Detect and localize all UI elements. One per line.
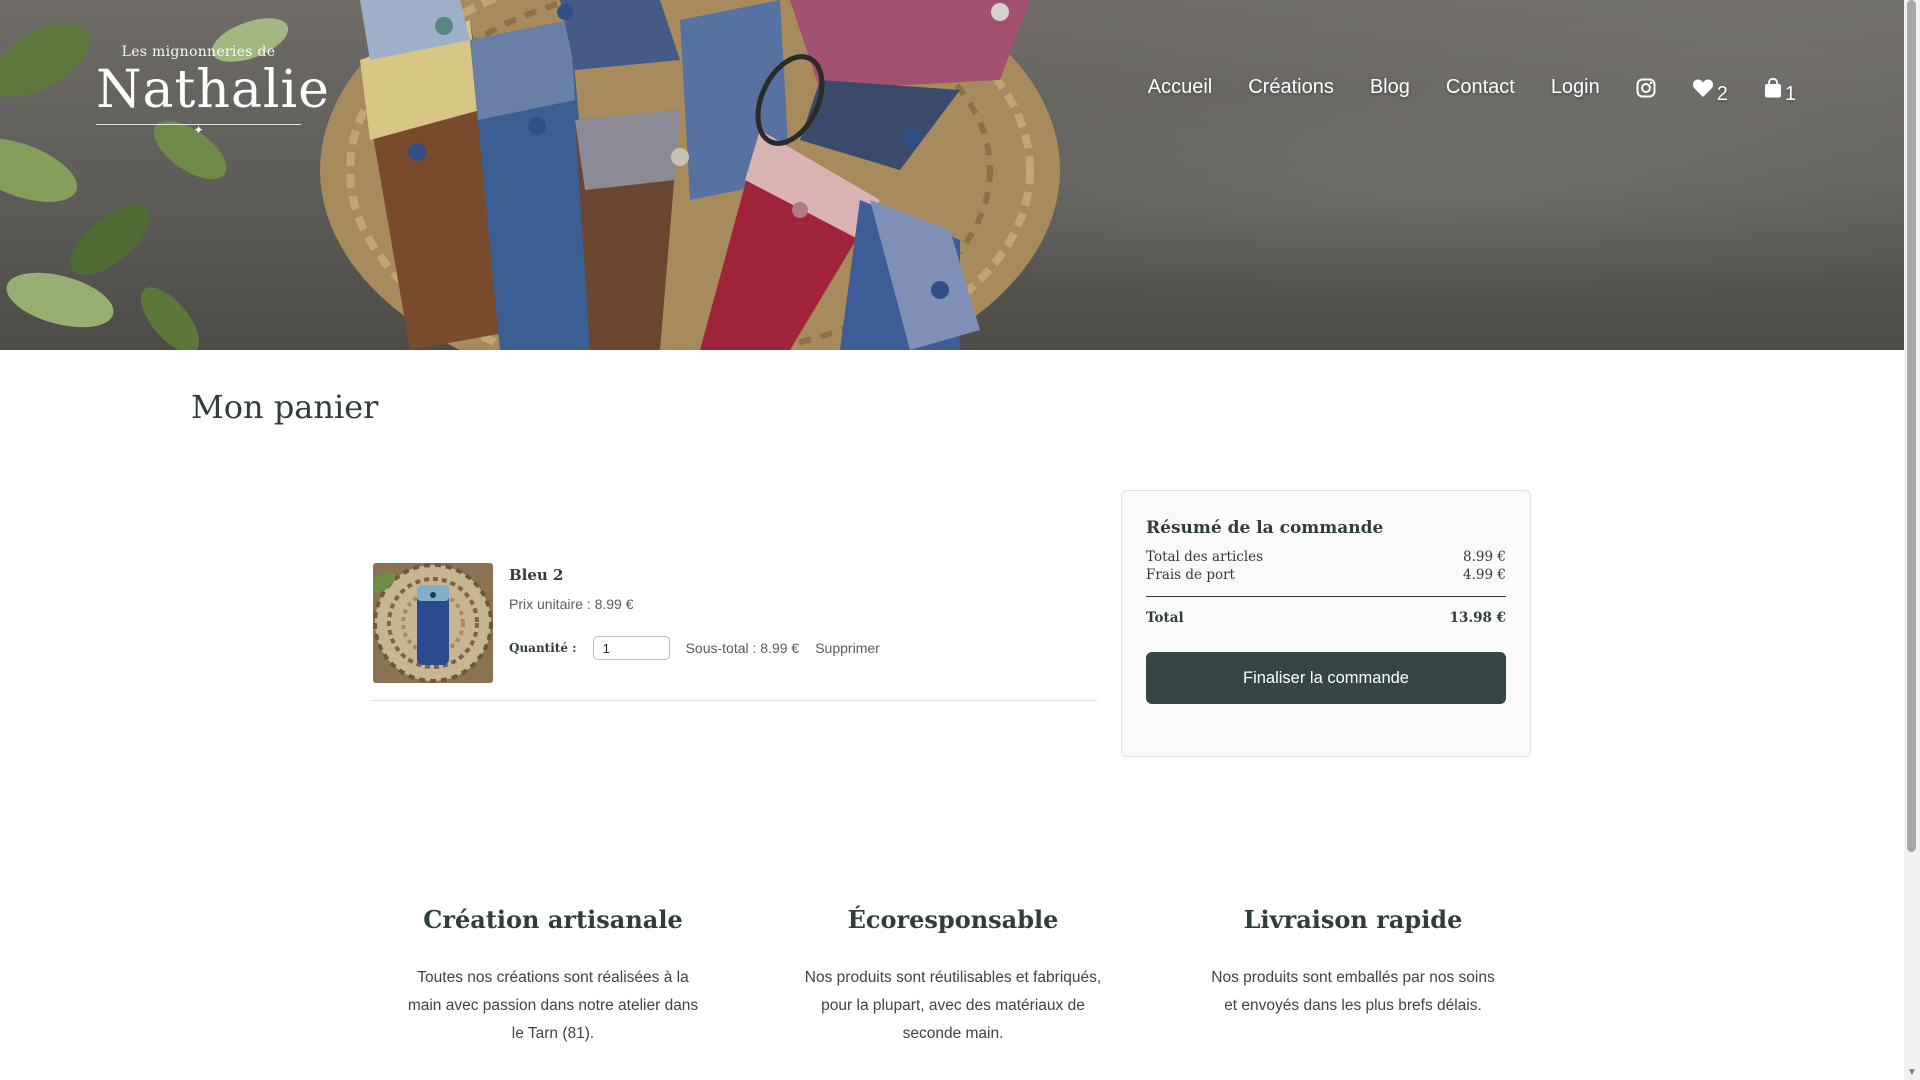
feature-text: Toutes nos créations sont réalisées à la… (407, 969, 699, 1042)
cart-item: Bleu 2 Prix unitaire : 8.99 € Quantité :… (373, 563, 1097, 701)
site-logo[interactable]: Les mignonneries de Nathalie ✦ (96, 44, 330, 137)
instagram-icon (1636, 78, 1656, 97)
summary-total-label: Total (1146, 610, 1184, 626)
hero-banner: Les mignonneries de Nathalie ✦ Accueil C… (0, 0, 1904, 350)
summary-shipping-value: 4.99 € (1463, 567, 1506, 583)
order-summary: Résumé de la commande Total des articles… (1121, 490, 1531, 757)
feature-delivery: Livraison rapide Nos produits sont embal… (1203, 905, 1503, 1020)
summary-shipping-label: Frais de port (1146, 567, 1235, 583)
nav-link-creations[interactable]: Créations (1248, 76, 1334, 99)
page-title: Mon panier (191, 388, 379, 426)
wishlist-link[interactable]: 2 (1692, 78, 1728, 104)
summary-total-value: 13.98 € (1449, 610, 1506, 626)
page-scrollbar[interactable]: ▼ (1904, 0, 1920, 1080)
feature-eco: Écoresponsable Nos produits sont réutili… (803, 905, 1103, 1048)
feature-title: Création artisanale (423, 905, 683, 934)
nav-link-blog[interactable]: Blog (1370, 76, 1410, 99)
feature-text: Nos produits sont réutilisables et fabri… (804, 969, 1102, 1042)
cart-count: 1 (1784, 82, 1796, 105)
nav-link-contact[interactable]: Contact (1446, 76, 1515, 99)
unit-price: Prix unitaire : 8.99 € (509, 596, 634, 612)
feature-title: Écoresponsable (847, 905, 1059, 934)
product-name[interactable]: Bleu 2 (509, 566, 564, 584)
summary-divider (1146, 596, 1506, 597)
wishlist-count: 2 (1716, 82, 1728, 105)
quantity-label: Quantité : (509, 641, 577, 655)
quantity-row: Quantité : Sous-total : 8.99 € Supprimer (509, 636, 880, 660)
shopping-bag-icon (1764, 77, 1781, 97)
cart-link[interactable]: 1 (1764, 77, 1796, 104)
logo-name: Nathalie (96, 60, 330, 120)
quantity-input[interactable] (592, 636, 670, 660)
summary-row-shipping: Frais de port 4.99 € (1146, 566, 1506, 584)
remove-item-button[interactable]: Supprimer (815, 640, 880, 656)
scroll-down-arrow-icon[interactable]: ▼ (1907, 1067, 1917, 1078)
feature-text: Nos produits sont emballés par nos soins… (1211, 969, 1495, 1014)
logo-tagline: Les mignonneries de (121, 44, 276, 60)
product-image (373, 563, 493, 683)
logo-sparkle-icon: ✦ (193, 123, 204, 137)
product-thumbnail[interactable] (373, 563, 493, 683)
summary-items-value: 8.99 € (1463, 549, 1506, 565)
heart-icon (1692, 79, 1713, 97)
nav-link-accueil[interactable]: Accueil (1148, 76, 1212, 99)
nav-link-login[interactable]: Login (1551, 76, 1600, 99)
item-subtotal: Sous-total : 8.99 € (685, 640, 800, 656)
feature-artisanal: Création artisanale Toutes nos créations… (403, 905, 703, 1048)
scrollbar-thumb[interactable] (1907, 0, 1916, 852)
checkout-button[interactable]: Finaliser la commande (1146, 652, 1506, 704)
main-nav: Accueil Créations Blog Contact Login 2 1 (1112, 76, 1796, 104)
summary-items-label: Total des articles (1146, 549, 1264, 565)
summary-rows: Total des articles 8.99 € Frais de port … (1146, 548, 1506, 584)
summary-title: Résumé de la commande (1146, 518, 1384, 538)
instagram-link[interactable] (1636, 78, 1656, 98)
summary-row-total: Total 13.98 € (1146, 609, 1506, 627)
summary-row-items: Total des articles 8.99 € (1146, 548, 1506, 566)
feature-title: Livraison rapide (1243, 905, 1463, 934)
